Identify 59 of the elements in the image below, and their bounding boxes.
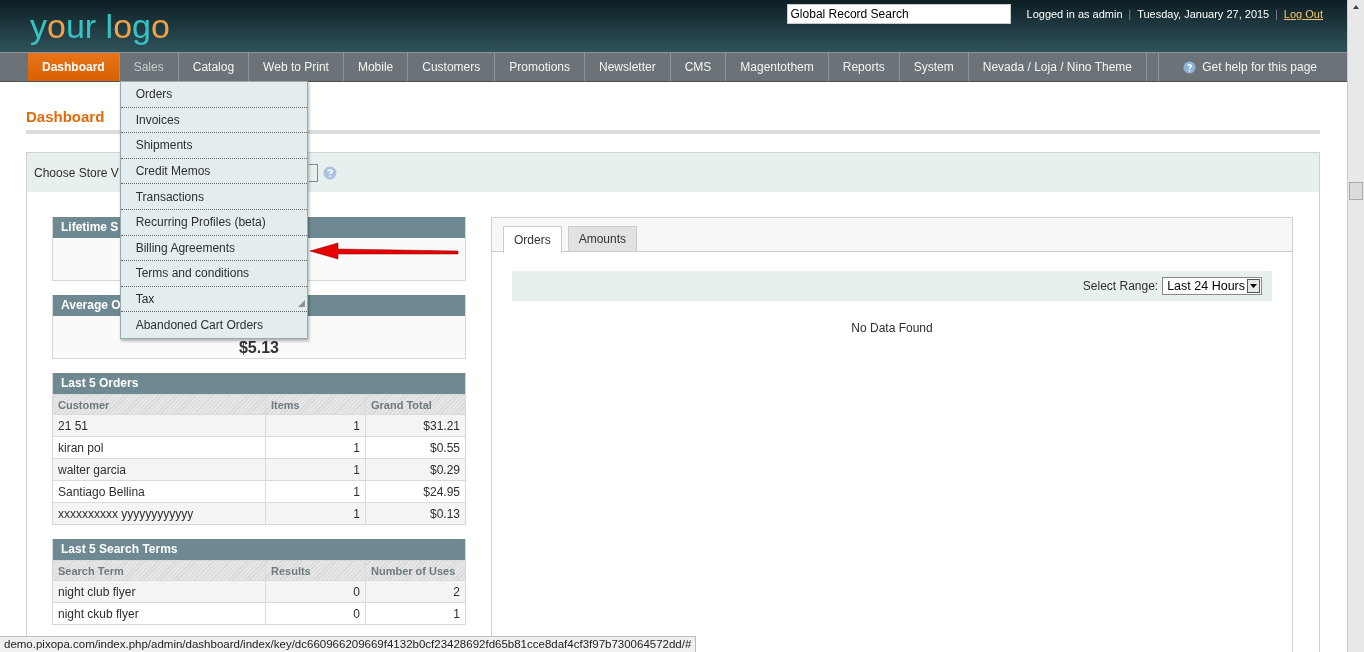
nav-item[interactable]: CMS xyxy=(670,53,727,81)
table-cell: 1 xyxy=(266,503,366,524)
date-label: Tuesday, January 27, 2015 xyxy=(1137,8,1270,20)
range-select[interactable]: Last 24 Hours xyxy=(1162,277,1262,295)
table-cell: 1 xyxy=(266,415,366,436)
status-bar: demo.pixopa.com/index.php/admin/dashboard/index/key/dc660966209669f4132b0cf23428692fd65b81cce8daf4cf3f97b730064572dd/# xyxy=(0,636,697,652)
separator: | xyxy=(1275,8,1278,20)
table-cell: night club flyer xyxy=(53,581,266,602)
tab[interactable]: Amounts xyxy=(567,226,638,251)
table-title: Last 5 Search Terms xyxy=(53,539,465,560)
nav-item[interactable]: Promotions xyxy=(495,53,585,81)
stat-value: $5.13 xyxy=(238,339,279,358)
search-field[interactable]: Global Record Search xyxy=(786,4,1011,24)
logout-link[interactable]: Log Out xyxy=(1283,8,1323,20)
help-icon xyxy=(322,165,337,180)
menu-item[interactable]: Invoices xyxy=(120,107,307,134)
menu-item[interactable]: Orders xyxy=(120,82,307,108)
range-label: Select Range: xyxy=(1082,279,1159,293)
table-cell: 0 xyxy=(266,603,366,624)
scroll-thumb[interactable] xyxy=(1349,182,1363,200)
table-cell-text: $24.95 xyxy=(422,483,461,501)
store-select[interactable] xyxy=(308,163,318,182)
nav-item[interactable]: System xyxy=(899,53,969,81)
table-cell-text: $0.29 xyxy=(428,461,461,479)
table-cell: walter garcia xyxy=(53,459,266,480)
menu-item[interactable]: Shipments xyxy=(120,133,307,159)
table-cell: xxxxxxxxxx yyyyyyyyyyyy xyxy=(53,503,266,524)
scrollbar[interactable] xyxy=(1347,0,1364,652)
table-cell-text: $0.55 xyxy=(428,439,461,457)
column-header: Grand Total xyxy=(370,397,433,413)
table-cell: 21 51 xyxy=(53,415,266,436)
column-header: Number of Uses xyxy=(370,563,457,579)
nav-item[interactable]: Web to Print xyxy=(249,53,344,81)
nav-item[interactable]: Newsletter xyxy=(585,53,671,81)
tab[interactable]: Orders xyxy=(503,226,562,253)
table-cell: 1 xyxy=(266,459,366,480)
page-title: Dashboard xyxy=(26,107,105,125)
nav-item[interactable]: Nevada / Loja / Nino Theme xyxy=(968,53,1147,81)
table-cell: 0 xyxy=(266,581,366,602)
table-cell-text: $31.21 xyxy=(422,417,461,435)
nav-item[interactable]: Customers xyxy=(408,53,496,81)
nav-item[interactable]: Mobile xyxy=(343,53,409,81)
menu-item[interactable]: Transactions xyxy=(120,184,307,210)
table-cell: night ckub flyer xyxy=(53,603,266,624)
nav-item[interactable]: Catalog xyxy=(178,53,250,81)
table-cell-text: $0.13 xyxy=(428,505,461,523)
user-label: Logged in as admin xyxy=(1026,8,1123,20)
table-cell-text: 2 xyxy=(452,583,461,601)
help-icon xyxy=(1183,60,1197,74)
separator: | xyxy=(1128,8,1132,20)
store-label: Choose Store V xyxy=(34,165,119,180)
menu-item[interactable]: Tax xyxy=(120,286,307,313)
nav-item[interactable]: Reports xyxy=(828,53,900,81)
empty-message: No Data Found xyxy=(850,321,934,335)
nav-item[interactable]: Magentothem xyxy=(726,53,829,81)
table-cell-text: 1 xyxy=(452,605,461,623)
table-title: Last 5 Orders xyxy=(53,373,465,394)
logo: your logo xyxy=(29,6,170,47)
caret-icon xyxy=(1247,279,1260,293)
